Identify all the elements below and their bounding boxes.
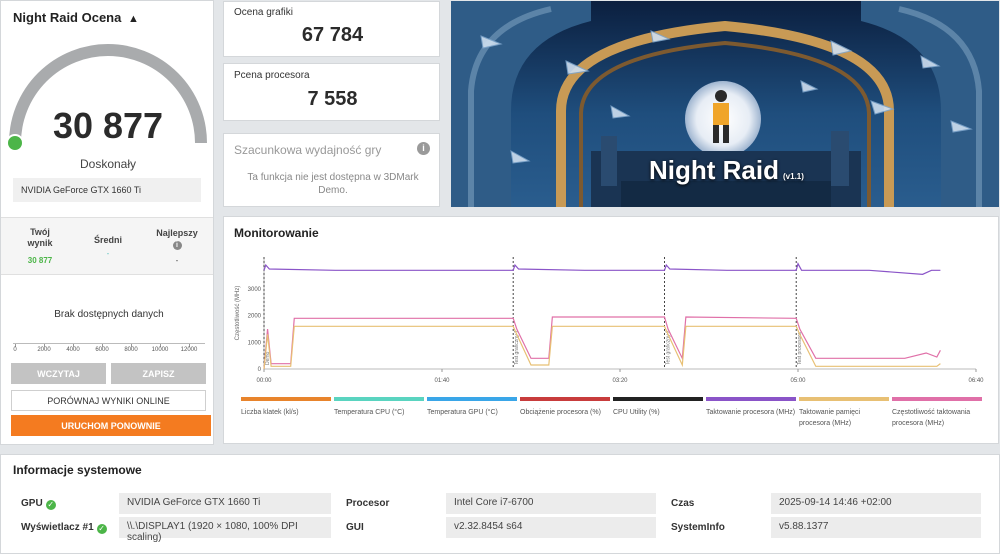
comparison-section: Twój wynik 30 877 Średni - Najlepszy i - [1,217,213,275]
x-tick-label: 03:20 [612,378,628,384]
legend-swatch [892,397,982,401]
load-button[interactable]: WCZYTAJ [11,363,106,384]
time-value: 2025-09-14 14:46 +02:00 [771,493,981,514]
your-score-label: Twój wynik [27,227,53,248]
gui-value: v2.32.8454 s64 [446,517,656,538]
cpu-value: Intel Core i7-6700 [446,493,656,514]
histogram-tick-label: 2000 [37,347,51,353]
legend-item[interactable]: Częstotliwość taktowania procesora (MHz) [892,397,982,429]
time-label: Czas [671,498,695,509]
gpu-label: GPU ✓ [21,498,56,510]
warning-icon[interactable]: ▲ [128,13,139,25]
series-line [263,325,941,370]
monitoring-panel: Monitorowanie Częstotliwość (MHz) 3000 200… [223,216,999,444]
histogram-tick-label: 8000 [124,347,138,353]
graphics-score-value: 67 784 [301,24,364,46]
legend-swatch [334,397,424,401]
histogram-tick-label: 6000 [95,347,109,353]
legend-label: Temperatura GPU (°C) [427,409,498,416]
estimated-performance-title: Szacunkowa wydajność gry [234,143,382,157]
series-line [263,262,941,275]
legend-label: Liczba klatek (kl/s) [241,409,299,416]
systeminfo-value: v5.88.1377 [771,517,981,538]
gpu-name-field: NVIDIA GeForce GTX 1660 Ti [13,178,201,202]
score-rating: Doskonały [79,157,137,171]
run-again-button[interactable]: URUCHOM PONOWNIE [11,415,211,436]
legend-label: Częstotliwość taktowania procesora (MHz) [892,409,971,427]
cpu-score-label: Pcena procesora [234,70,310,81]
overall-score: 30 877 [52,105,164,146]
hero-title: Night Raid (v1.1) [649,155,804,185]
graphics-score-label: Ocena grafiki [234,7,293,18]
best-value: - [175,256,179,265]
legend-swatch [799,397,889,401]
info-icon[interactable]: i [172,241,182,250]
hero-version: (v1.1) [783,172,804,181]
estimated-performance-card: Szacunkowa wydajność gry i Ta funkcja ni… [223,133,440,207]
legend-item[interactable]: Taktowanie procesora (MHz) [706,397,796,418]
info-icon[interactable]: i [417,142,430,155]
y-tick-label: 3000 [248,287,262,293]
gui-label: GUI [346,522,364,533]
histogram-tick-label: 10000 [151,347,169,353]
display-label: Wyświetlacz #1 ✓ [21,522,107,534]
cpu-score-value: 7 558 [307,88,358,110]
series-line [263,316,941,370]
legend-swatch [241,397,331,401]
save-button[interactable]: ZAPISZ [111,363,206,384]
display-value: \\.\DISPLAY1 (1920 × 1080, 100% DPI scal… [119,517,331,543]
score-panel: Night Raid Ocena ▲ 30 877 Doskonały NVID… [0,0,214,445]
y-tick-label: 0 [258,367,262,373]
legend-swatch [520,397,610,401]
night-raid-hero: Night Raid (v1.1) [451,1,999,207]
legend-item[interactable]: Temperatura CPU (°C) [334,397,424,418]
legend-label: Temperatura CPU (°C) [334,409,405,416]
check-icon: ✓ [96,524,107,534]
check-icon: ✓ [45,500,56,510]
cpu-label: Procesor [346,498,390,509]
y-axis-label: Częstotliwość (MHz) [235,286,241,341]
gpu-value: NVIDIA GeForce GTX 1660 Ti [119,493,331,514]
legend-item[interactable]: Obciążenie procesora (%) [520,397,610,418]
histogram-tick-label: 0 [13,347,17,353]
x-tick-label: 01:40 [434,378,450,384]
average-value: - [106,249,110,258]
graphics-score-card: Ocena grafiki 67 784 [223,1,440,57]
score-panel-title: Night Raid Ocena ▲ [13,10,139,25]
legend-label: CPU Utility (%) [613,409,660,416]
y-tick-label: 2000 [248,314,262,320]
phase-marker-label: Test procesora [797,332,803,365]
legend-swatch [706,397,796,401]
legend-label: Taktowanie procesora (MHz) [706,409,796,416]
best-label: Najlepszy i [156,228,198,250]
x-tick-label: 05:00 [790,378,806,384]
estimated-performance-message: Ta funkcja nie jest dostępna w 3DMark De… [247,172,419,196]
legend-item[interactable]: Taktowanie pamięci procesora (MHz) [799,397,889,429]
legend-label: Taktowanie pamięci procesora (MHz) [799,409,861,427]
systeminfo-label: SystemInfo [671,522,725,533]
no-data-message: Brak dostępnych danych [54,309,164,320]
y-tick-label: 1000 [248,340,262,346]
histogram-tick-label: 4000 [66,347,80,353]
system-info-panel: Informacje systemowe GPU ✓ NVIDIA GeForce… [0,454,1000,554]
histogram-area: Brak dostępnych danych 0 2000 4000 6000 8000… [13,283,205,353]
cpu-score-card: Pcena procesora 7 558 [223,63,440,121]
legend-item[interactable]: Liczba klatek (kl/s) [241,397,331,418]
your-score-value: 30 877 [27,256,53,265]
histogram-tick-label: 12000 [180,347,198,353]
legend-item[interactable]: CPU Utility (%) [613,397,703,418]
legend-label: Obciążenie procesora (%) [520,409,601,416]
average-label: Średni [93,235,122,245]
legend-swatch [613,397,703,401]
x-tick-label: 06:40 [968,378,984,384]
system-info-title: Informacje systemowe [13,463,142,477]
legend-swatch [427,397,517,401]
legend-item[interactable]: Temperatura GPU (°C) [427,397,517,418]
x-tick-label: 00:00 [256,378,272,384]
compare-online-button[interactable]: PORÓWNAJ WYNIKI ONLINE [11,390,206,411]
